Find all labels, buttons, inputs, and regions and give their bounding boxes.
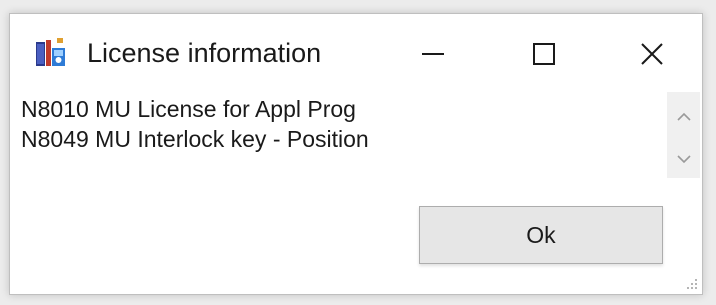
title-bar[interactable]: License information [10, 14, 702, 86]
vertical-scrollbar[interactable] [667, 92, 700, 178]
scroll-up-button[interactable] [667, 104, 700, 130]
license-line-2: N8049 MU Interlock key - Position [21, 126, 369, 152]
maximize-icon [533, 43, 555, 65]
license-dialog: License information N8010 MU License for… [9, 13, 703, 295]
minimize-icon [422, 53, 444, 55]
window-title: License information [87, 38, 322, 68]
app-icon [36, 38, 65, 66]
license-line-1: N8010 MU License for Appl Prog [21, 96, 356, 122]
chevron-down-icon [676, 155, 691, 164]
resize-grip-icon[interactable] [684, 276, 698, 290]
chevron-up-icon [676, 112, 691, 121]
maximize-button[interactable] [494, 26, 594, 82]
scroll-down-button[interactable] [667, 146, 700, 172]
close-button[interactable] [602, 26, 702, 82]
close-icon [641, 43, 663, 65]
license-list[interactable]: N8010 MU License for Appl Prog N8049 MU … [13, 94, 667, 179]
ok-button[interactable]: Ok [419, 206, 663, 264]
minimize-button[interactable] [383, 26, 483, 82]
